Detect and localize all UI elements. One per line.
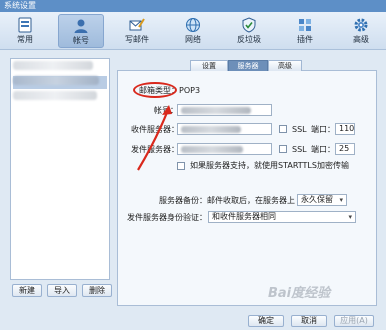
watermark: Bai度经验: [268, 286, 331, 301]
ok-button[interactable]: 确定: [248, 315, 284, 327]
apply-button[interactable]: 应用(A): [334, 315, 374, 327]
annotation-arrow: [137, 105, 172, 171]
cancel-button[interactable]: 取消: [291, 315, 327, 327]
